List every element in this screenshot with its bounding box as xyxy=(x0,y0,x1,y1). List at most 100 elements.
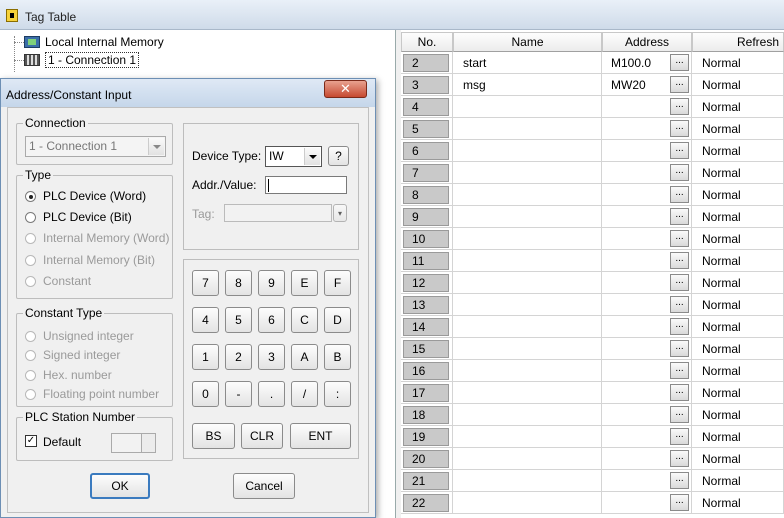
refresh-cell[interactable]: Normal xyxy=(692,184,784,206)
address-browse-button[interactable]: ... xyxy=(670,142,689,159)
row-number-cell[interactable]: 11 xyxy=(401,250,453,272)
row-number-cell[interactable]: 17 xyxy=(401,382,453,404)
address-browse-button[interactable]: ... xyxy=(670,98,689,115)
address-browse-button[interactable]: ... xyxy=(670,362,689,379)
address-cell[interactable]: ... xyxy=(602,360,692,382)
address-cell[interactable]: ... xyxy=(602,272,692,294)
refresh-cell[interactable]: Normal xyxy=(692,294,784,316)
row-number-cell[interactable]: 7 xyxy=(401,162,453,184)
row-number-cell[interactable]: 9 xyxy=(401,206,453,228)
close-button[interactable]: ✕ xyxy=(324,80,367,98)
table-row[interactable]: 8... Normal xyxy=(401,184,784,206)
row-number-cell[interactable]: 14 xyxy=(401,316,453,338)
table-row[interactable]: 14... Normal xyxy=(401,316,784,338)
table-row[interactable]: 15... Normal xyxy=(401,338,784,360)
address-cell[interactable]: ... xyxy=(602,250,692,272)
spin-down-icon[interactable] xyxy=(141,443,155,452)
name-cell[interactable] xyxy=(453,206,602,228)
address-browse-button[interactable]: ... xyxy=(670,186,689,203)
address-browse-button[interactable]: ... xyxy=(670,340,689,357)
refresh-cell[interactable]: Normal xyxy=(692,162,784,184)
name-cell[interactable] xyxy=(453,162,602,184)
row-number-cell[interactable]: 3 xyxy=(401,74,453,96)
row-number-cell[interactable]: 16 xyxy=(401,360,453,382)
address-cell[interactable]: M100.0... xyxy=(602,52,692,74)
keypad-key[interactable]: 1 xyxy=(192,344,219,370)
row-number-cell[interactable]: 10 xyxy=(401,228,453,250)
address-browse-button[interactable]: ... xyxy=(670,252,689,269)
refresh-cell[interactable]: Normal xyxy=(692,470,784,492)
keypad-key[interactable]: E xyxy=(291,270,318,296)
table-row[interactable]: 7... Normal xyxy=(401,162,784,184)
address-browse-button[interactable]: ... xyxy=(670,208,689,225)
keypad-key[interactable]: 0 xyxy=(192,381,219,407)
row-number-cell[interactable]: 5 xyxy=(401,118,453,140)
refresh-cell[interactable]: Normal xyxy=(692,52,784,74)
keypad-key[interactable]: 9 xyxy=(258,270,285,296)
refresh-cell[interactable]: Normal xyxy=(692,382,784,404)
address-cell[interactable]: ... xyxy=(602,96,692,118)
name-cell[interactable] xyxy=(453,448,602,470)
table-row[interactable]: 22... Normal xyxy=(401,492,784,514)
name-cell[interactable]: msg xyxy=(453,74,602,96)
column-header-no[interactable]: No. xyxy=(401,32,453,52)
column-header-refresh[interactable]: Refresh xyxy=(692,32,784,52)
keypad-key[interactable]: 2 xyxy=(225,344,252,370)
connection-select[interactable]: 1 - Connection 1 xyxy=(25,136,166,157)
table-row[interactable]: 9... Normal xyxy=(401,206,784,228)
address-cell[interactable]: ... xyxy=(602,426,692,448)
name-cell[interactable] xyxy=(453,426,602,448)
name-cell[interactable] xyxy=(453,338,602,360)
table-row[interactable]: 19... Normal xyxy=(401,426,784,448)
address-cell[interactable]: ... xyxy=(602,382,692,404)
column-header-name[interactable]: Name xyxy=(453,32,602,52)
table-row[interactable]: 21... Normal xyxy=(401,470,784,492)
refresh-cell[interactable]: Normal xyxy=(692,74,784,96)
keypad-key[interactable]: A xyxy=(291,344,318,370)
keypad-key[interactable]: F xyxy=(324,270,351,296)
keypad-key[interactable]: 8 xyxy=(225,270,252,296)
keypad-key[interactable]: 4 xyxy=(192,307,219,333)
radio-plc-device-bit[interactable]: PLC Device (Bit) xyxy=(25,209,132,225)
table-row[interactable]: 12... Normal xyxy=(401,272,784,294)
address-browse-button[interactable]: ... xyxy=(670,164,689,181)
row-number-cell[interactable]: 15 xyxy=(401,338,453,360)
address-browse-button[interactable]: ... xyxy=(670,54,689,71)
station-number-spinner[interactable] xyxy=(111,433,156,453)
keypad-key[interactable]: 5 xyxy=(225,307,252,333)
name-cell[interactable] xyxy=(453,294,602,316)
name-cell[interactable] xyxy=(453,272,602,294)
address-browse-button[interactable]: ... xyxy=(670,76,689,93)
help-button[interactable]: ? xyxy=(328,146,349,166)
radio-plc-device-word[interactable]: PLC Device (Word) xyxy=(25,188,146,204)
address-browse-button[interactable]: ... xyxy=(670,494,689,511)
name-cell[interactable] xyxy=(453,470,602,492)
keypad-bs-button[interactable]: BS xyxy=(192,423,235,449)
refresh-cell[interactable]: Normal xyxy=(692,404,784,426)
refresh-cell[interactable]: Normal xyxy=(692,96,784,118)
keypad-key[interactable]: / xyxy=(291,381,318,407)
address-browse-button[interactable]: ... xyxy=(670,296,689,313)
name-cell[interactable] xyxy=(453,382,602,404)
name-cell[interactable] xyxy=(453,184,602,206)
name-cell[interactable]: start xyxy=(453,52,602,74)
row-number-cell[interactable]: 18 xyxy=(401,404,453,426)
device-type-select[interactable]: IW xyxy=(265,146,322,167)
column-header-address[interactable]: Address xyxy=(602,32,692,52)
row-number-cell[interactable]: 20 xyxy=(401,448,453,470)
table-row[interactable]: 11... Normal xyxy=(401,250,784,272)
address-cell[interactable]: ... xyxy=(602,184,692,206)
keypad-ent-button[interactable]: ENT xyxy=(290,423,351,449)
keypad-key[interactable]: - xyxy=(225,381,252,407)
default-checkbox[interactable]: ✓ xyxy=(25,435,37,447)
table-row[interactable]: 20... Normal xyxy=(401,448,784,470)
address-browse-button[interactable]: ... xyxy=(670,450,689,467)
row-number-cell[interactable]: 2 xyxy=(401,52,453,74)
refresh-cell[interactable]: Normal xyxy=(692,118,784,140)
table-row[interactable]: 17... Normal xyxy=(401,382,784,404)
address-cell[interactable]: ... xyxy=(602,162,692,184)
keypad-key[interactable]: C xyxy=(291,307,318,333)
name-cell[interactable] xyxy=(453,404,602,426)
table-row[interactable]: 16... Normal xyxy=(401,360,784,382)
table-row[interactable]: 18... Normal xyxy=(401,404,784,426)
